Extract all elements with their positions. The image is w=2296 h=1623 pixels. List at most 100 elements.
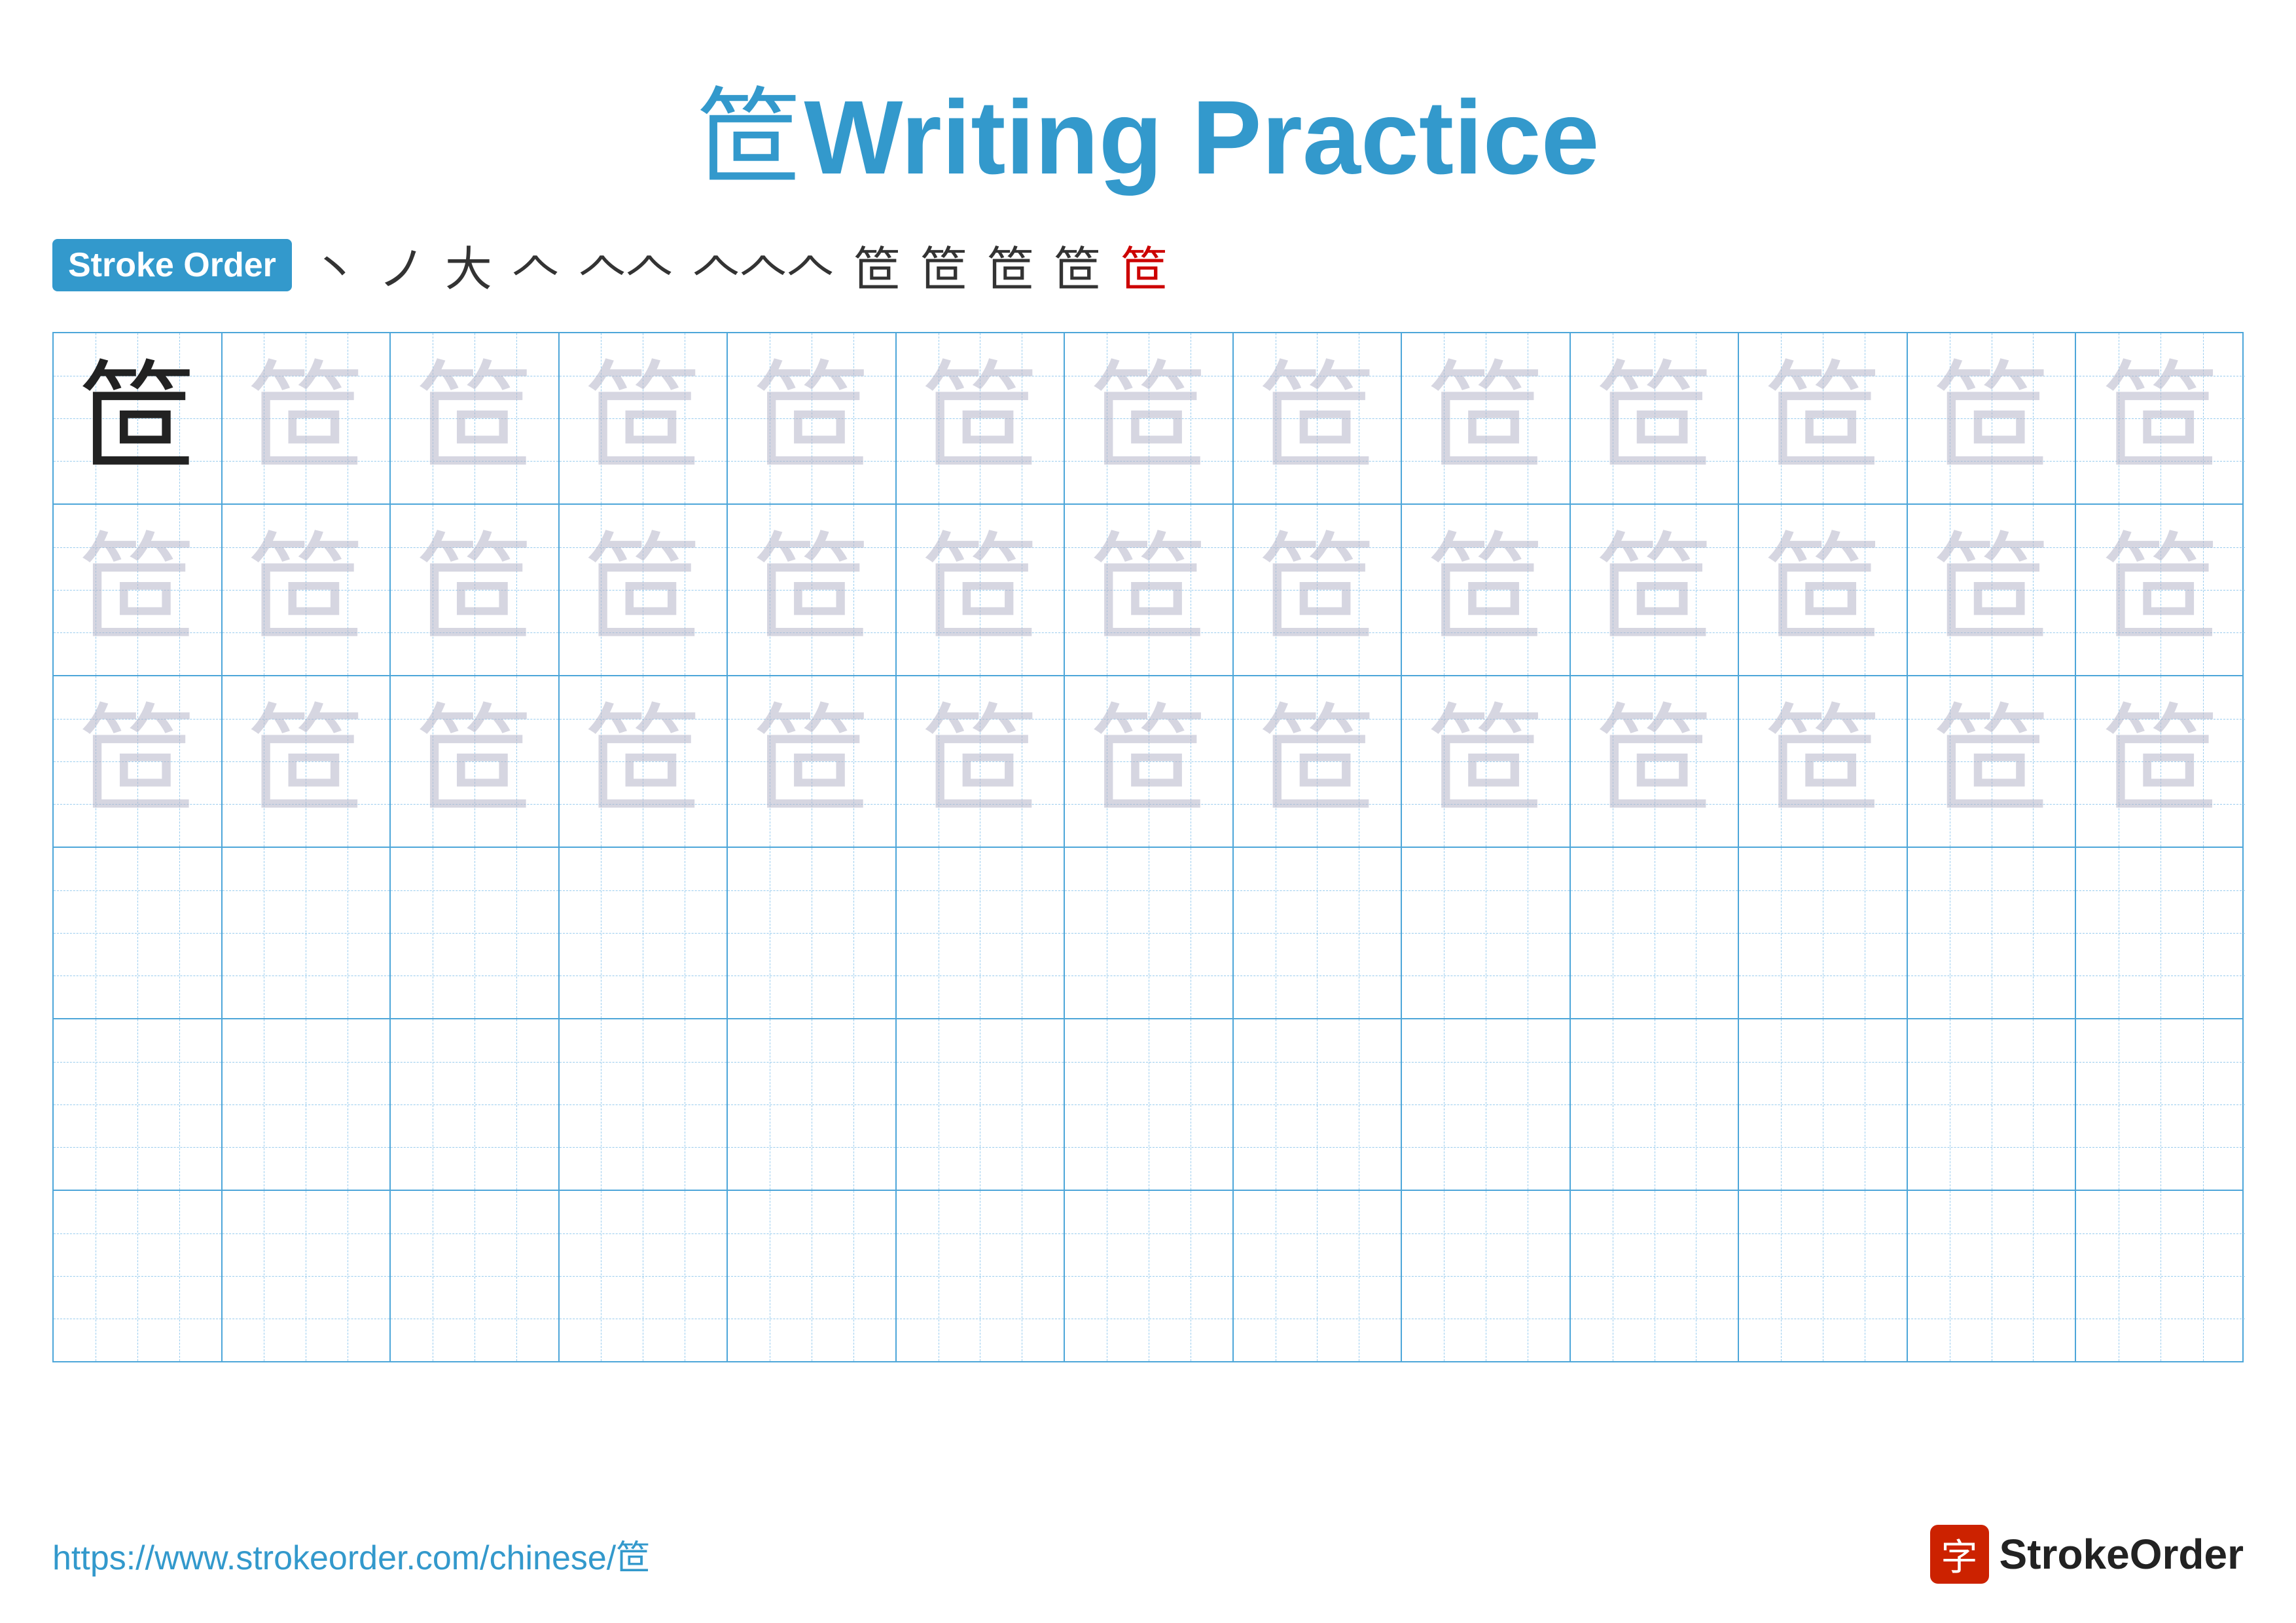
- grid-cell-1-9: 笸: [1402, 333, 1571, 503]
- footer-brand: 字 StrokeOrder: [1930, 1525, 2244, 1584]
- grid-cell-2-2: 笸: [223, 505, 391, 675]
- grid-cell-3-11: 笸: [1739, 676, 1908, 847]
- grid-cell-5-10: [1571, 1019, 1740, 1190]
- grid-cell-1-1: 笸: [54, 333, 223, 503]
- cell-char-faded: 笸: [584, 359, 702, 477]
- grid-cell-2-10: 笸: [1571, 505, 1740, 675]
- grid-cell-3-10: 笸: [1571, 676, 1740, 847]
- grid-cell-4-7: [1065, 848, 1234, 1018]
- grid-cell-3-8: 笸: [1234, 676, 1403, 847]
- grid-cell-4-13: [2076, 848, 2245, 1018]
- grid-cell-2-1: 笸: [54, 505, 223, 675]
- grid-cell-4-12: [1908, 848, 2077, 1018]
- grid-cell-1-6: 笸: [897, 333, 1066, 503]
- cell-char-faded: 笸: [921, 359, 1039, 477]
- grid-cell-1-2: 笸: [223, 333, 391, 503]
- cell-char-faded: 笸: [1933, 702, 2051, 820]
- grid-cell-3-4: 笸: [560, 676, 728, 847]
- grid-cell-6-11: [1739, 1191, 1908, 1361]
- grid-cell-3-3: 笸: [391, 676, 560, 847]
- cell-char-faded: 笸: [1933, 359, 2051, 477]
- grid-cell-2-8: 笸: [1234, 505, 1403, 675]
- grid-cell-6-8: [1234, 1191, 1403, 1361]
- grid-cell-2-9: 笸: [1402, 505, 1571, 675]
- cell-char-faded: 笸: [247, 531, 365, 649]
- footer-brand-icon: 字: [1930, 1525, 1989, 1584]
- cell-char-faded: 笸: [1764, 531, 1882, 649]
- grid-cell-1-4: 笸: [560, 333, 728, 503]
- footer-url: https://www.strokeorder.com/chinese/笸: [52, 1530, 650, 1579]
- grid-row-1: 笸 笸 笸 笸 笸 笸 笸 笸: [54, 333, 2242, 505]
- grid-cell-5-4: [560, 1019, 728, 1190]
- cell-char-faded: 笸: [1596, 359, 1713, 477]
- grid-cell-5-5: [728, 1019, 897, 1190]
- grid-cell-2-4: 笸: [560, 505, 728, 675]
- grid-cell-5-13: [2076, 1019, 2245, 1190]
- cell-char-faded: 笸: [1427, 359, 1545, 477]
- grid-cell-1-3: 笸: [391, 333, 560, 503]
- grid-cell-4-8: [1234, 848, 1403, 1018]
- grid-cell-1-12: 笸: [1908, 333, 2077, 503]
- grid-cell-3-12: 笸: [1908, 676, 2077, 847]
- grid-cell-3-7: 笸: [1065, 676, 1234, 847]
- grid-cell-6-13: [2076, 1191, 2245, 1361]
- cell-char-faded: 笸: [2102, 702, 2219, 820]
- grid-row-3: 笸 笸 笸 笸 笸 笸 笸 笸: [54, 676, 2242, 848]
- stroke-order-row: Stroke Order 丶 ノ 大 𠆢 𠆢𠆢 𠆢𠆢𠆢 笸 笸 笸 笸 笸: [0, 230, 2296, 299]
- grid-cell-5-8: [1234, 1019, 1403, 1190]
- cell-char-faded: 笸: [1258, 359, 1376, 477]
- grid-cell-5-1: [54, 1019, 223, 1190]
- grid-cell-4-5: [728, 848, 897, 1018]
- grid-cell-6-4: [560, 1191, 728, 1361]
- grid-cell-1-13: 笸: [2076, 333, 2245, 503]
- cell-char-faded: 笸: [753, 359, 870, 477]
- grid-cell-3-13: 笸: [2076, 676, 2245, 847]
- grid-cell-5-12: [1908, 1019, 2077, 1190]
- stroke-step-7: 笸: [853, 230, 901, 299]
- stroke-step-6: 𠆢𠆢𠆢: [692, 230, 834, 299]
- grid-cell-4-10: [1571, 848, 1740, 1018]
- grid-cell-5-2: [223, 1019, 391, 1190]
- grid-cell-6-3: [391, 1191, 560, 1361]
- grid-cell-2-6: 笸: [897, 505, 1066, 675]
- cell-char-faded: 笸: [79, 531, 196, 649]
- cell-char-faded: 笸: [416, 531, 533, 649]
- cell-char-solid: 笸: [79, 359, 196, 477]
- stroke-step-1: 丶: [312, 230, 359, 299]
- cell-char-faded: 笸: [79, 702, 196, 820]
- grid-cell-1-8: 笸: [1234, 333, 1403, 503]
- stroke-step-8: 笸: [920, 230, 967, 299]
- grid-cell-2-7: 笸: [1065, 505, 1234, 675]
- cell-char-faded: 笸: [1764, 359, 1882, 477]
- grid-cell-1-7: 笸: [1065, 333, 1234, 503]
- stroke-step-4: 𠆢: [512, 230, 559, 299]
- cell-char-faded: 笸: [247, 359, 365, 477]
- cell-char-faded: 笸: [1258, 702, 1376, 820]
- grid-cell-6-5: [728, 1191, 897, 1361]
- grid-cell-5-3: [391, 1019, 560, 1190]
- stroke-step-3: 大: [445, 230, 492, 299]
- grid-cell-6-7: [1065, 1191, 1234, 1361]
- grid-cell-3-2: 笸: [223, 676, 391, 847]
- grid-row-6: [54, 1191, 2242, 1361]
- grid-cell-4-6: [897, 848, 1066, 1018]
- grid-cell-3-6: 笸: [897, 676, 1066, 847]
- grid-cell-4-1: [54, 848, 223, 1018]
- grid-cell-6-2: [223, 1191, 391, 1361]
- stroke-step-5: 𠆢𠆢: [579, 230, 673, 299]
- grid-cell-4-11: [1739, 848, 1908, 1018]
- stroke-step-final: 笸: [1121, 230, 1168, 299]
- cell-char-faded: 笸: [753, 531, 870, 649]
- grid-cell-5-9: [1402, 1019, 1571, 1190]
- grid-cell-2-5: 笸: [728, 505, 897, 675]
- grid-cell-2-11: 笸: [1739, 505, 1908, 675]
- grid-row-5: [54, 1019, 2242, 1191]
- title-character: 笸: [696, 80, 801, 196]
- grid-cell-6-9: [1402, 1191, 1571, 1361]
- cell-char-faded: 笸: [1427, 702, 1545, 820]
- footer: https://www.strokeorder.com/chinese/笸 字 …: [52, 1525, 2244, 1584]
- stroke-step-9: 笸: [987, 230, 1034, 299]
- grid-cell-6-10: [1571, 1191, 1740, 1361]
- grid-cell-6-6: [897, 1191, 1066, 1361]
- cell-char-faded: 笸: [584, 702, 702, 820]
